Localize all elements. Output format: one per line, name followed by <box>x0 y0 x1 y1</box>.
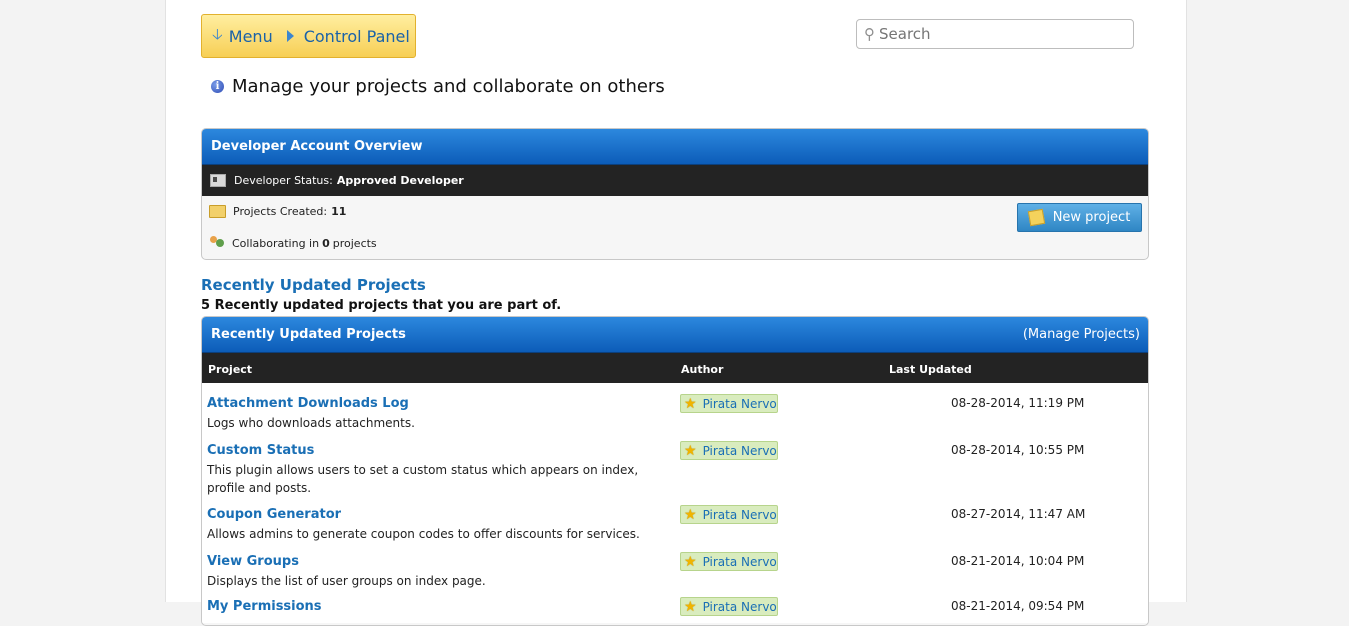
project-description: This plugin allows users to set a custom… <box>207 463 639 495</box>
id-card-icon <box>210 174 226 187</box>
star-icon: ★ <box>684 506 697 523</box>
projects-created-row: Projects Created: 11 <box>209 205 346 218</box>
author-name: Pirata Nervo <box>702 554 777 569</box>
recent-projects-header: Recently Updated Projects (Manage Projec… <box>202 317 1148 353</box>
project-title-link[interactable]: Coupon Generator <box>207 507 341 522</box>
info-icon: i <box>211 80 224 93</box>
breadcrumb-control-panel-label: Control Panel <box>303 26 410 46</box>
pencil-icon <box>1027 208 1045 227</box>
projects-created-value: 11 <box>331 205 347 218</box>
manage-projects-link[interactable]: (Manage Projects) <box>1023 327 1148 342</box>
project-description: Allows admins to generate coupon codes t… <box>207 527 640 541</box>
project-title-link[interactable]: Attachment Downloads Log <box>207 396 409 411</box>
collaborating-prefix: Collaborating in <box>232 236 320 250</box>
author-name: Pirata Nervo <box>702 507 777 522</box>
developer-status-value: Approved Developer <box>336 174 464 187</box>
author-badge[interactable]: ★ Pirata Nervo <box>680 597 778 616</box>
table-header: Project Author Last Updated <box>202 353 1148 383</box>
folder-icon <box>209 205 226 218</box>
star-icon: ★ <box>684 598 697 615</box>
search-input[interactable] <box>877 24 1121 44</box>
recent-projects-heading[interactable]: Recently Updated Projects <box>201 276 426 294</box>
developer-overview-header: Developer Account Overview <box>202 129 1148 165</box>
collaborating-value: 0 <box>322 236 330 250</box>
arrow-down-icon: 🡣 <box>212 24 223 43</box>
last-updated-date: 08-27-2014, 11:47 AM <box>951 507 1086 521</box>
project-title-link[interactable]: View Groups <box>207 554 299 569</box>
developer-overview-title: Developer Account Overview <box>211 139 423 154</box>
project-description: Displays the list of user groups on inde… <box>207 574 486 588</box>
column-author: Author <box>681 363 724 376</box>
recent-projects-panel: Recently Updated Projects (Manage Projec… <box>201 316 1149 626</box>
project-title-link[interactable]: My Permissions <box>207 599 322 614</box>
star-icon: ★ <box>684 442 697 459</box>
author-name: Pirata Nervo <box>702 396 777 411</box>
collaborating-row: Collaborating in 0 projects <box>209 236 377 250</box>
last-updated-date: 08-21-2014, 10:04 PM <box>951 554 1085 568</box>
recent-projects-panel-title: Recently Updated Projects <box>211 327 406 342</box>
arrow-right-icon <box>286 30 294 42</box>
author-name: Pirata Nervo <box>702 443 777 458</box>
breadcrumb-control-panel[interactable]: Control Panel <box>283 27 410 46</box>
table-body: Attachment Downloads Log Logs who downlo… <box>202 383 1148 623</box>
developer-status-row: Developer Status: Approved Developer <box>202 165 1148 196</box>
page-intro-text: Manage your projects and collaborate on … <box>232 76 665 97</box>
search-box: ⚲ <box>856 19 1134 49</box>
author-badge[interactable]: ★ Pirata Nervo <box>680 505 778 524</box>
last-updated-date: 08-28-2014, 10:55 PM <box>951 443 1085 457</box>
developer-overview-panel: Developer Account Overview Developer Sta… <box>201 128 1149 260</box>
page-intro: i Manage your projects and collaborate o… <box>211 76 665 97</box>
recent-projects-subtitle: 5 Recently updated projects that you are… <box>201 298 562 313</box>
last-updated-date: 08-28-2014, 11:19 PM <box>951 396 1085 410</box>
developer-status-label: Developer Status: <box>234 174 333 187</box>
breadcrumb-menu[interactable]: 🡣 Menu <box>212 24 273 49</box>
breadcrumb-menu-label: Menu <box>228 26 273 46</box>
column-last-updated: Last Updated <box>889 363 972 376</box>
people-icon <box>209 236 225 250</box>
new-project-label: New project <box>1052 210 1131 225</box>
star-icon: ★ <box>684 553 697 570</box>
column-project: Project <box>208 363 253 376</box>
author-badge[interactable]: ★ Pirata Nervo <box>680 552 778 571</box>
author-badge[interactable]: ★ Pirata Nervo <box>680 394 778 413</box>
project-description: Logs who downloads attachments. <box>207 416 415 430</box>
breadcrumb: 🡣 Menu Control Panel <box>201 14 416 58</box>
star-icon: ★ <box>684 395 697 412</box>
projects-created-label: Projects Created: <box>233 205 328 218</box>
project-title-link[interactable]: Custom Status <box>207 443 314 458</box>
new-project-button[interactable]: New project <box>1017 203 1142 232</box>
collaborating-suffix: projects <box>332 236 377 250</box>
page-container: 🡣 Menu Control Panel ⚲ i Manage your pro… <box>165 0 1187 626</box>
last-updated-date: 08-21-2014, 09:54 PM <box>951 599 1085 613</box>
search-icon: ⚲ <box>864 25 875 43</box>
author-badge[interactable]: ★ Pirata Nervo <box>680 441 778 460</box>
